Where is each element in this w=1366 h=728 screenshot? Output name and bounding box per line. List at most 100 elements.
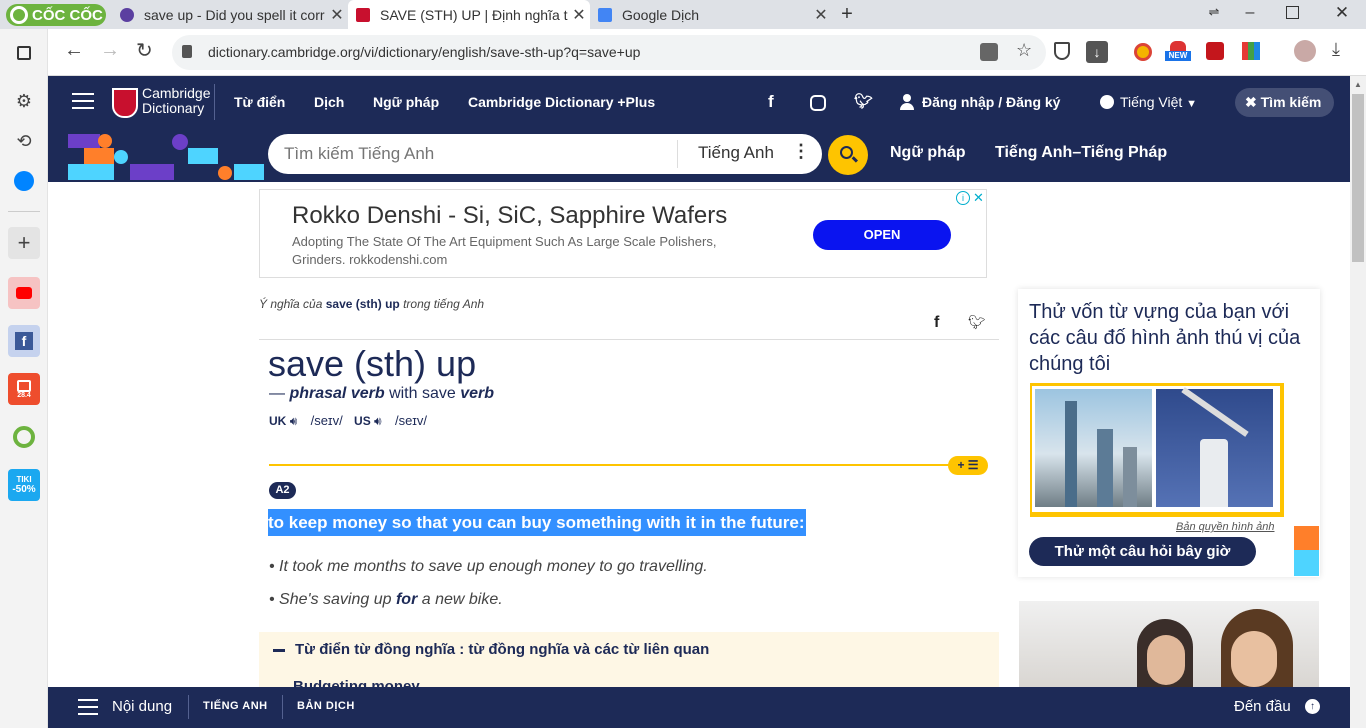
coccoc-extension-icon[interactable]	[8, 421, 40, 453]
add-to-wordlist-button[interactable]: + ☰	[948, 456, 988, 475]
ad-banner[interactable]: Rokko Denshi - Si, SiC, Sapphire Wafers …	[259, 189, 987, 278]
tab-save-up[interactable]: save up - Did you spell it corr ✕	[112, 0, 348, 29]
history-icon[interactable]: ⟲	[8, 125, 40, 157]
close-tab-icon[interactable]: ✕	[810, 5, 832, 25]
uk-audio-icon[interactable]: 🔊︎	[290, 414, 298, 428]
language-select[interactable]: Tiếng Việt ▼	[1120, 76, 1197, 128]
page-scrollbar[interactable]: ▲	[1350, 76, 1366, 728]
search-toggle-button[interactable]: ✖ Tìm kiếm	[1235, 88, 1334, 117]
arrow-up-icon[interactable]: ↑	[1305, 699, 1320, 714]
collapse-icon[interactable]	[273, 649, 285, 652]
breadcrumb-prefix: Ý nghĩa của	[259, 297, 323, 311]
tab-list-icon[interactable]: ⇌	[1204, 4, 1224, 24]
decor-dot	[98, 134, 112, 148]
shopee-icon[interactable]: 28.4	[8, 373, 40, 405]
ad-info-icon[interactable]: i	[956, 191, 970, 205]
chrome-extension-icon[interactable]	[1134, 43, 1152, 61]
reload-icon[interactable]: ↻	[136, 38, 153, 63]
facebook-icon[interactable]: f	[8, 325, 40, 357]
nav-link-translate[interactable]: Dịch	[314, 76, 344, 128]
hamburger-menu-icon[interactable]	[72, 93, 94, 109]
sidebar-toggle-icon[interactable]	[8, 37, 40, 69]
close-window-icon[interactable]: ✕	[1332, 3, 1352, 23]
quiz-start-button[interactable]: Thử một câu hỏi bây giờ	[1029, 537, 1256, 566]
thesaurus-title[interactable]: Từ điển từ đồng nghĩa : từ đồng nghĩa và…	[295, 641, 709, 658]
bottom-tab-translation[interactable]: BẢN DỊCH	[297, 700, 355, 712]
bookmark-star-icon[interactable]: ☆	[1016, 40, 1032, 61]
with-pos[interactable]: verb	[460, 385, 494, 402]
search-button[interactable]	[828, 135, 868, 175]
share-facebook-icon[interactable]: f	[934, 314, 939, 332]
pos[interactable]: phrasal verb	[289, 385, 384, 402]
back-to-top-link[interactable]: Đến đầu	[1234, 698, 1291, 715]
share-twitter-icon[interactable]: 🐦︎	[968, 314, 986, 331]
dictionary-select[interactable]: Tiếng Anh	[698, 143, 774, 163]
new-extension-icon[interactable]: NEW	[1165, 41, 1191, 67]
logo-divider	[214, 84, 215, 120]
profile-avatar[interactable]	[1294, 40, 1316, 62]
us-audio-icon[interactable]: 🔊︎	[374, 414, 382, 428]
decor-block	[188, 148, 218, 164]
search-input[interactable]	[284, 142, 664, 166]
tab-cambridge[interactable]: SAVE (STH) UP | Định nghĩa tr ✕	[348, 0, 590, 29]
quiz-image-windmill[interactable]	[1156, 387, 1273, 507]
add-app-icon[interactable]: +	[8, 227, 40, 259]
ad-open-button[interactable]: OPEN	[813, 220, 951, 250]
new-tab-icon[interactable]: +	[836, 3, 858, 25]
search-bar-area: Tiếng Anh ⋮ Ngữ pháp Tiếng Anh–Tiếng Phá…	[48, 128, 1350, 182]
forward-icon[interactable]: →	[100, 39, 120, 62]
site-logo[interactable]: Cambridge Dictionary	[142, 86, 210, 116]
close-tab-icon[interactable]: ✕	[326, 5, 348, 25]
twitter-icon[interactable]: 🐦︎	[854, 76, 873, 128]
nav-link-plus[interactable]: Cambridge Dictionary +Plus	[468, 76, 655, 128]
contents-link[interactable]: Nội dung	[112, 698, 172, 715]
close-tab-icon[interactable]: ✕	[568, 5, 590, 25]
decor-dot	[172, 134, 188, 150]
settings-gear-icon[interactable]: ⚙	[8, 85, 40, 117]
tab-google-translate[interactable]: Google Dịch ✕	[590, 0, 832, 29]
shield-icon[interactable]	[1054, 42, 1070, 60]
cambridge-favicon-icon	[356, 7, 370, 22]
messenger-icon[interactable]	[8, 165, 40, 197]
chevron-down-icon: ▼	[1186, 98, 1198, 110]
ad-title[interactable]: Rokko Denshi - Si, SiC, Sapphire Wafers	[292, 202, 727, 230]
breadcrumb-word: save (sth) up	[325, 297, 400, 311]
tower-shape	[1065, 401, 1077, 507]
translate-page-icon[interactable]	[980, 43, 998, 61]
with-text: with save	[389, 385, 456, 402]
image-credit-link[interactable]: Bản quyền hình ảnh	[1176, 521, 1274, 533]
contents-menu-icon[interactable]	[78, 699, 98, 715]
nav-link-grammar[interactable]: Ngữ pháp	[373, 76, 439, 128]
decor-block	[68, 134, 100, 148]
coccoc-menu-button[interactable]: CỐC CỐC	[6, 4, 106, 26]
back-icon[interactable]: ←	[64, 39, 84, 62]
scroll-thumb[interactable]	[1352, 94, 1364, 262]
pdf-extension-icon[interactable]	[1206, 42, 1224, 60]
ad-close-icon[interactable]: ✕	[973, 190, 984, 206]
minimize-icon[interactable]: –	[1240, 4, 1260, 24]
decor-dot	[218, 166, 232, 180]
instagram-icon[interactable]	[810, 95, 826, 111]
browser-toolbar: ← → ↻ dictionary.cambridge.org/vi/dictio…	[48, 29, 1366, 76]
bottom-tab-english[interactable]: TIẾNG ANH	[203, 700, 268, 712]
grammar-link[interactable]: Ngữ pháp	[890, 144, 966, 162]
color-extension-icon[interactable]	[1242, 42, 1260, 60]
tiki-icon[interactable]: TIKI -50%	[8, 469, 40, 501]
youtube-icon[interactable]	[8, 277, 40, 309]
thesaurus-item[interactable]: Budgeting money	[293, 678, 420, 687]
scroll-up-icon[interactable]: ▲	[1354, 80, 1362, 89]
url-text[interactable]: dictionary.cambridge.org/vi/dictionary/e…	[208, 44, 640, 60]
photo-ad[interactable]	[1019, 601, 1319, 687]
address-bar[interactable]: dictionary.cambridge.org/vi/dictionary/e…	[172, 35, 1108, 70]
divider	[259, 339, 999, 340]
login-link[interactable]: Đăng nhập / Đăng ký	[922, 76, 1060, 128]
maximize-icon[interactable]	[1286, 6, 1299, 19]
nav-link-dictionary[interactable]: Từ điển	[234, 76, 285, 128]
downloads-icon[interactable]: ⤓	[1332, 39, 1340, 60]
english-french-link[interactable]: Tiếng Anh–Tiếng Pháp	[995, 144, 1167, 162]
more-options-icon[interactable]: ⋮	[792, 141, 810, 162]
download-video-icon[interactable]: ↓	[1086, 41, 1108, 63]
level-badge: A2	[269, 482, 296, 499]
facebook-icon[interactable]: f	[768, 76, 774, 128]
quiz-image-skyline[interactable]	[1035, 389, 1152, 507]
